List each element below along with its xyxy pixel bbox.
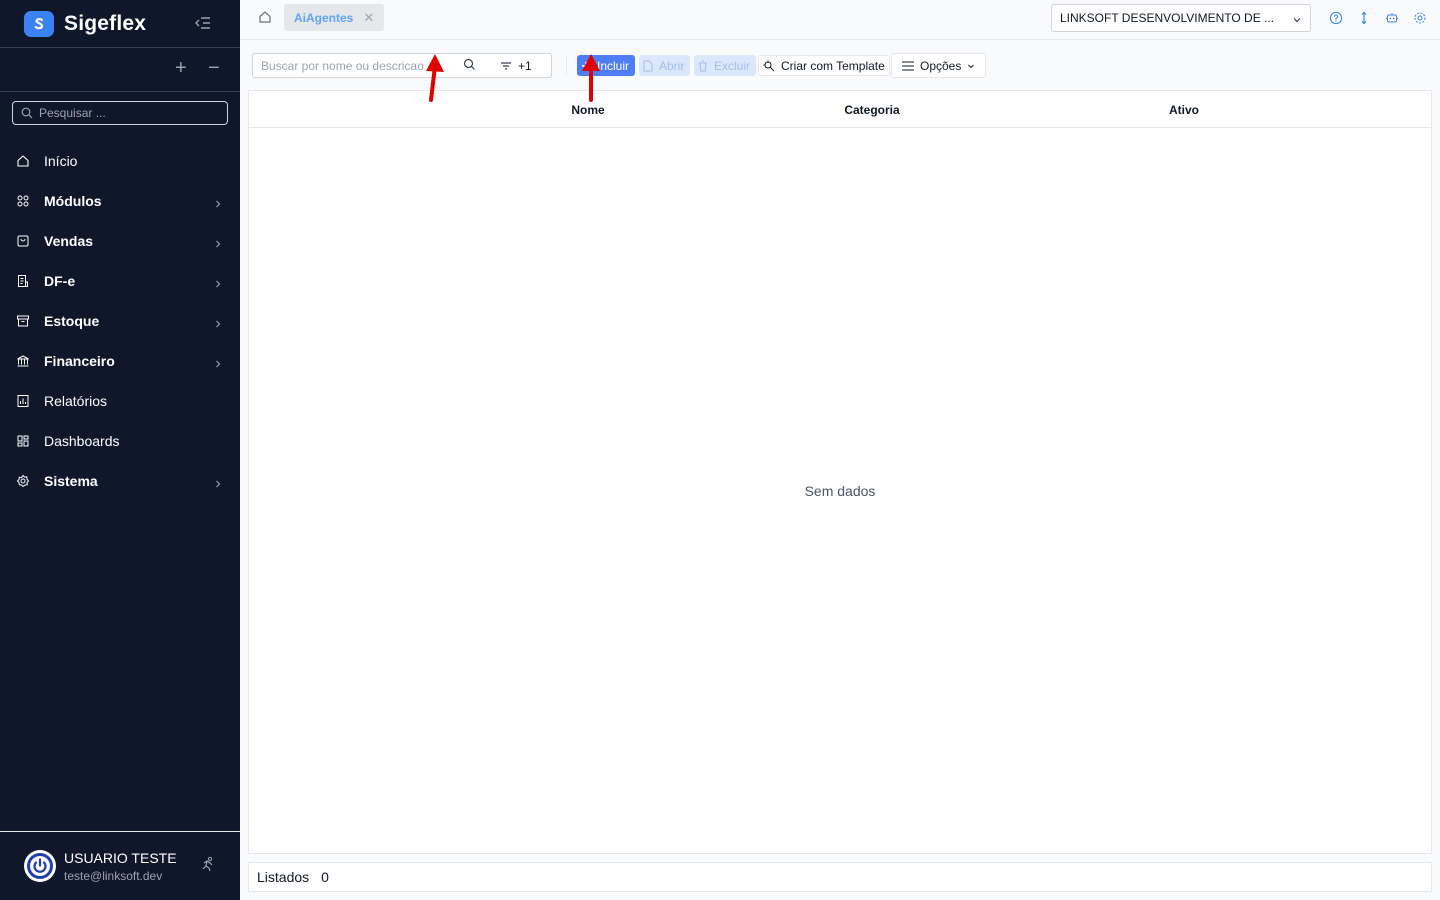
chevron-down-icon [1292,14,1302,28]
collapse-all-icon[interactable]: − [208,58,220,78]
home-icon[interactable] [258,10,272,27]
annotation-arrow-icon [426,54,444,102]
trash-icon [698,60,708,72]
expand-vertical-icon[interactable] [1356,10,1372,26]
search-box: +1 [252,53,552,78]
listados-label: Listados [257,869,310,885]
annotation-arrow-icon [582,54,600,102]
bank-icon [16,354,30,368]
sidebar-item-df-e[interactable]: DF-e [0,261,240,301]
sidebar-item-financeiro[interactable]: Financeiro [0,341,240,381]
template-label: Criar com Template [781,58,885,73]
sidebar-item-label: Vendas [44,233,94,249]
sidebar-item-modulos[interactable]: Módulos [0,181,240,221]
settings-icon [16,474,30,488]
sidebar-item-label: Módulos [44,193,102,209]
column-header-ativo[interactable]: Ativo [1169,103,1199,117]
company-select[interactable]: LINKSOFT DESENVOLVIMENTO DE ... [1051,4,1311,32]
sidebar-item-label: Relatórios [44,393,108,409]
sidebar-item-label: Início [44,153,78,169]
avatar[interactable] [24,850,56,882]
sidebar-item-vendas[interactable]: Vendas [0,221,240,261]
top-bar: AiAgentes ✕ LINKSOFT DESENVOLVIMENTO DE … [240,0,1440,40]
chevron-right-icon [214,476,222,492]
sidebar-item-label: Financeiro [44,353,115,369]
chevron-right-icon [214,316,222,332]
archive-box-icon [16,314,30,328]
brand: Sigeflex [0,0,240,48]
menu-icon [902,60,914,71]
sidebar-item-label: DF-e [44,273,76,289]
close-tab-icon[interactable]: ✕ [363,10,374,26]
filter-button[interactable]: +1 [500,59,532,73]
sidebar: Sigeflex + − Início Módulos Vendas DF-e Esto… [0,0,240,900]
filter-count: +1 [518,58,532,73]
listados-count: 0 [321,869,329,885]
magic-icon [763,60,775,72]
search-icon [21,107,33,119]
app-name: Sigeflex [64,11,147,35]
search-input[interactable] [261,58,437,73]
tab-label: AiAgentes [294,10,354,25]
report-icon [16,394,30,408]
chevron-down-icon [967,59,975,73]
chevron-right-icon [214,196,222,212]
toolbar-divider [566,57,567,75]
status-bar: Listados 0 [248,862,1432,892]
top-icons [1328,10,1428,26]
column-header-categoria[interactable]: Categoria [844,103,899,117]
file-icon [643,60,653,72]
abrir-button[interactable]: Abrir [639,55,690,76]
toolbar: +1 Incluir Abrir Excluir Criar com Templ… [252,53,992,79]
logout-run-icon[interactable] [200,856,216,875]
sigeflex-logo-icon [24,10,54,37]
excluir-label: Excluir [714,58,751,73]
data-grid: Nome Categoria Ativo Sem dados [248,90,1432,854]
tab-aiagentes[interactable]: AiAgentes ✕ [284,4,385,31]
sidebar-search-input[interactable] [39,106,219,120]
search-icon[interactable] [463,58,476,74]
filter-icon [501,61,511,70]
user-name: USUARIO TESTE [64,849,177,866]
sidebar-item-label: Dashboards [44,433,120,449]
sidebar-item-estoque[interactable]: Estoque [0,301,240,341]
collapse-sidebar-icon[interactable] [194,14,212,32]
document-icon [16,274,30,288]
sidebar-item-label: Estoque [44,313,100,329]
expand-all-icon[interactable]: + [175,58,187,78]
opcoes-dropdown[interactable]: Opções [891,53,986,78]
chevron-right-icon [214,356,222,372]
sidebar-item-dashboards[interactable]: Dashboards [0,421,240,461]
chevron-right-icon [214,236,222,252]
user-panel: USUARIO TESTE teste@linksoft.dev [0,831,240,900]
sidebar-item-inicio[interactable]: Início [0,141,240,181]
gear-icon[interactable] [1412,10,1428,26]
sidebar-item-sistema[interactable]: Sistema [0,461,240,501]
column-header-nome[interactable]: Nome [571,103,604,117]
sidebar-search [12,101,228,125]
sidebar-item-relatorios[interactable]: Relatórios [0,381,240,421]
criar-com-template-button[interactable]: Criar com Template [758,55,890,76]
sidebar-actions: + − [0,48,240,92]
sidebar-item-label: Sistema [44,473,98,489]
main-menu: Início Módulos Vendas DF-e Estoque Financeiro… [0,141,240,501]
shopping-bag-icon [16,234,30,248]
grid-icon [16,194,30,208]
abrir-label: Abrir [659,58,685,73]
user-email: teste@linksoft.dev [64,868,163,883]
opcoes-label: Opções [920,58,962,73]
chevron-right-icon [214,276,222,292]
home-icon [16,154,30,168]
excluir-button[interactable]: Excluir [694,55,756,76]
dashboard-icon [16,434,30,448]
empty-message: Sem dados [804,483,876,499]
company-select-value: LINKSOFT DESENVOLVIMENTO DE ... [1060,11,1275,25]
robot-icon[interactable] [1384,10,1400,26]
help-icon[interactable] [1328,10,1344,26]
